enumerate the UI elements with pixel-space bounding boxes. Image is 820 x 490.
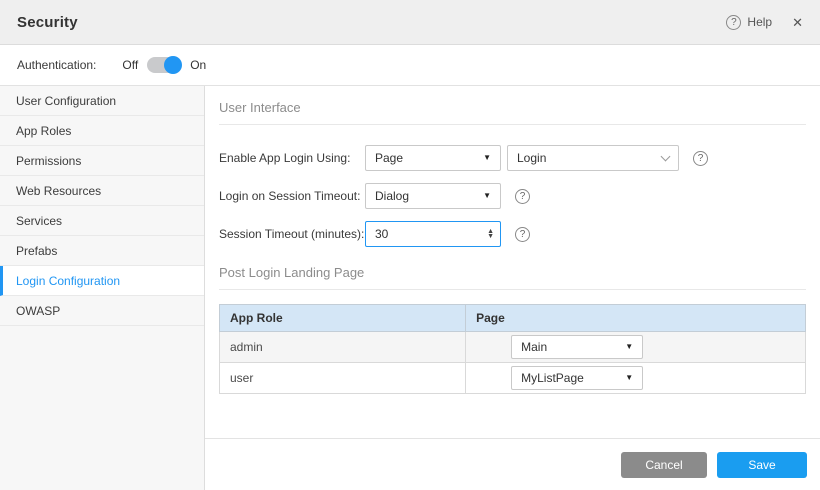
sidebar-item-web-resources[interactable]: Web Resources	[0, 176, 204, 206]
dropdown-arrow-icon: ▼	[625, 343, 633, 351]
login-page-select[interactable]: Login	[507, 145, 679, 171]
table-row: admin Main ▼	[220, 332, 806, 363]
login-on-timeout-row: Login on Session Timeout: Dialog ▼ ?	[219, 183, 806, 209]
session-timeout-label: Session Timeout (minutes):	[219, 227, 365, 241]
table-header-page: Page	[466, 305, 806, 332]
help-icon[interactable]: ?	[515, 227, 530, 242]
login-type-select[interactable]: Page ▼	[365, 145, 501, 171]
app-role-cell: user	[220, 363, 466, 394]
app-role-page-table: App Role Page admin Main ▼	[219, 304, 806, 394]
sidebar-item-services[interactable]: Services	[0, 206, 204, 236]
number-stepper[interactable]: ▲ ▼	[487, 229, 494, 239]
security-dialog: Security ? Help ✕ Authentication: Off On…	[0, 0, 820, 490]
help-icon[interactable]: ?	[693, 151, 708, 166]
dialog-body: User Configuration App Roles Permissions…	[0, 86, 820, 490]
session-timeout-row: Session Timeout (minutes): ▲ ▼ ?	[219, 221, 806, 247]
help-icon[interactable]: ?	[515, 189, 530, 204]
chevron-down-icon	[661, 152, 671, 162]
header-actions: ? Help ✕	[726, 15, 803, 30]
session-timeout-input[interactable]	[365, 221, 501, 247]
page-select-admin[interactable]: Main ▼	[511, 335, 643, 359]
section-title-post-login: Post Login Landing Page	[219, 265, 806, 290]
sidebar-item-permissions[interactable]: Permissions	[0, 146, 204, 176]
help-icon: ?	[726, 15, 741, 30]
stepper-down-icon[interactable]: ▼	[487, 234, 494, 239]
enable-app-login-label: Enable App Login Using:	[219, 151, 365, 165]
login-on-timeout-label: Login on Session Timeout:	[219, 189, 365, 203]
help-label: Help	[747, 15, 772, 29]
dropdown-arrow-icon: ▼	[625, 374, 633, 382]
sidebar: User Configuration App Roles Permissions…	[0, 86, 205, 490]
dialog-header: Security ? Help ✕	[0, 0, 820, 45]
dropdown-arrow-icon: ▼	[483, 154, 491, 162]
timeout-mode-select[interactable]: Dialog ▼	[365, 183, 501, 209]
authentication-toggle[interactable]	[147, 57, 181, 73]
app-role-cell: admin	[220, 332, 466, 363]
session-timeout-field: ▲ ▼	[365, 221, 501, 247]
table-header-row: App Role Page	[220, 305, 806, 332]
toggle-off-label: Off	[122, 58, 138, 72]
dropdown-arrow-icon: ▼	[483, 192, 491, 200]
enable-app-login-row: Enable App Login Using: Page ▼ Login ?	[219, 145, 806, 171]
page-title: Security	[17, 14, 78, 31]
cancel-button[interactable]: Cancel	[621, 452, 707, 478]
section-title-user-interface: User Interface	[219, 100, 806, 125]
timeout-mode-value: Dialog	[375, 189, 409, 203]
close-icon[interactable]: ✕	[792, 16, 803, 29]
toggle-knob-icon	[164, 56, 182, 74]
main-content: User Interface Enable App Login Using: P…	[205, 86, 820, 490]
login-page-value: Login	[517, 151, 546, 165]
sidebar-item-owasp[interactable]: OWASP	[0, 296, 204, 326]
sidebar-item-login-configuration[interactable]: Login Configuration	[0, 266, 204, 296]
page-cell: Main ▼	[466, 332, 806, 363]
page-cell: MyListPage ▼	[466, 363, 806, 394]
sidebar-item-app-roles[interactable]: App Roles	[0, 116, 204, 146]
table-header-app-role: App Role	[220, 305, 466, 332]
help-button[interactable]: ? Help	[726, 15, 772, 30]
sidebar-item-user-configuration[interactable]: User Configuration	[0, 86, 204, 116]
save-button[interactable]: Save	[717, 452, 807, 478]
toggle-on-label: On	[190, 58, 206, 72]
table-row: user MyListPage ▼	[220, 363, 806, 394]
authentication-row: Authentication: Off On	[0, 45, 820, 86]
page-select-user[interactable]: MyListPage ▼	[511, 366, 643, 390]
dialog-footer: Cancel Save	[205, 438, 820, 490]
sidebar-item-prefabs[interactable]: Prefabs	[0, 236, 204, 266]
page-select-value: Main	[521, 340, 547, 354]
login-type-value: Page	[375, 151, 403, 165]
page-select-value: MyListPage	[521, 371, 584, 385]
authentication-label: Authentication:	[17, 58, 96, 72]
